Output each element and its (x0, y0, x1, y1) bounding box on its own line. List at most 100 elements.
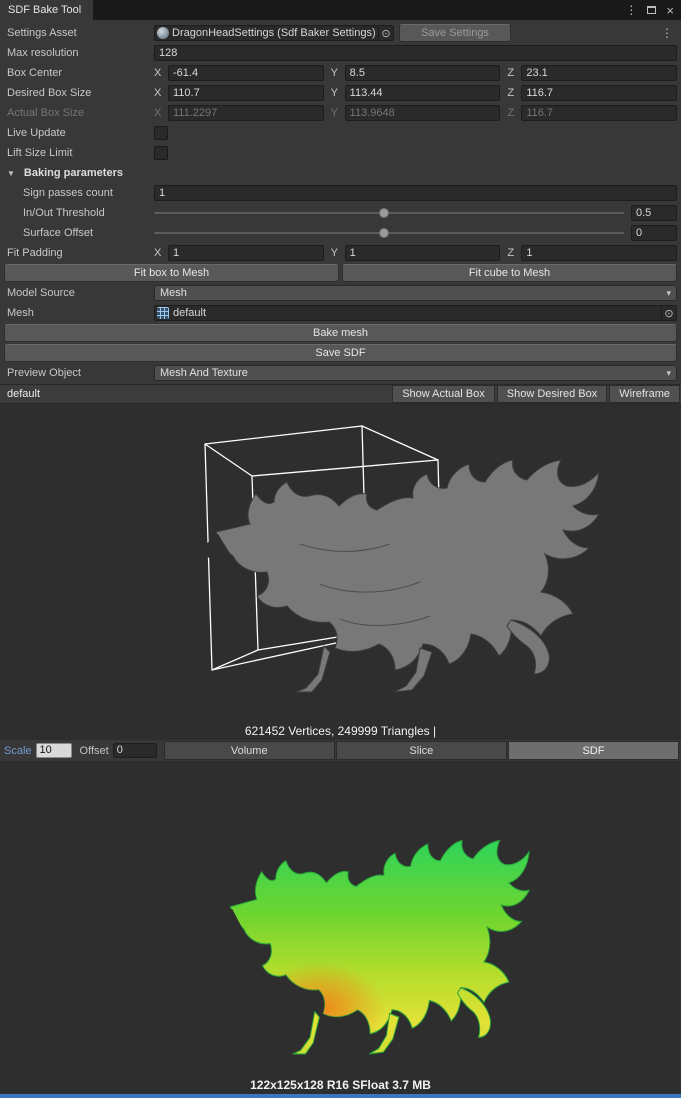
max-resolution-field[interactable]: 128 (154, 45, 677, 61)
window-tab[interactable]: SDF Bake Tool (0, 0, 93, 20)
sdf-view-tabs: Volume Slice SDF (163, 741, 679, 760)
scale-input[interactable]: 10 (36, 743, 72, 758)
foldout-arrow-icon[interactable]: ▼ (7, 169, 15, 178)
fit-padding-label: Fit Padding (4, 247, 154, 259)
sdf-controls-bar: Scale 10 Offset 0 Volume Slice SDF (0, 740, 681, 761)
save-settings-button[interactable]: Save Settings (399, 24, 511, 42)
axis-x-label: X (154, 107, 163, 119)
axis-z-label: Z (507, 247, 516, 259)
max-resolution-label: Max resolution (4, 47, 154, 59)
dock-highlight (0, 1094, 681, 1098)
preview-object-value: Mesh And Texture (160, 367, 248, 379)
tab-sdf[interactable]: SDF (508, 741, 679, 760)
sign-passes-count-row: Sign passes count 1 (4, 184, 677, 202)
desired-box-size-y-field[interactable]: 113.44 (345, 85, 501, 101)
fit-padding-x-field[interactable]: 1 (168, 245, 324, 261)
window-title: SDF Bake Tool (8, 4, 81, 16)
actual-box-size-row: Actual Box Size X 111.2297 Y 113.9648 Z … (4, 104, 677, 122)
settings-asset-icon (157, 27, 169, 39)
tab-volume[interactable]: Volume (164, 741, 335, 760)
mesh-icon (157, 307, 169, 319)
fit-padding-z-field[interactable]: 1 (521, 245, 677, 261)
in-out-threshold-label: In/Out Threshold (4, 207, 154, 219)
settings-asset-label: Settings Asset (4, 27, 154, 39)
dragon-sdf (212, 841, 529, 1054)
desired-box-size-x-field[interactable]: 110.7 (168, 85, 324, 101)
surface-offset-field[interactable]: 0 (631, 225, 677, 241)
baking-parameters-label[interactable]: Baking parameters (21, 167, 677, 179)
preview-object-dropdown[interactable]: Mesh And Texture ▾ (154, 365, 677, 381)
model-source-value: Mesh (160, 287, 187, 299)
slider-thumb[interactable] (379, 228, 389, 238)
save-sdf-row: Save SDF (4, 344, 677, 362)
sdf-stats-text: 122x125x128 R16 SFloat 3.7 MB (250, 1078, 431, 1092)
object-picker-icon[interactable]: ⊙ (661, 306, 676, 320)
inspector-panel: Settings Asset DragonHeadSettings (Sdf B… (0, 20, 681, 382)
fit-padding-y-field[interactable]: 1 (345, 245, 501, 261)
slider-thumb[interactable] (379, 208, 389, 218)
actual-box-size-z-field: 116.7 (521, 105, 677, 121)
axis-y-label: Y (331, 87, 340, 99)
bake-mesh-button[interactable]: Bake mesh (4, 324, 677, 342)
surface-offset-label: Surface Offset (4, 227, 154, 239)
desired-box-size-label: Desired Box Size (4, 87, 154, 99)
mesh-value: default (173, 307, 661, 319)
surface-offset-row: Surface Offset 0 (4, 224, 677, 242)
fit-cube-to-mesh-button[interactable]: Fit cube to Mesh (342, 264, 677, 282)
in-out-threshold-slider[interactable] (154, 205, 624, 221)
box-center-z-field[interactable]: 23.1 (521, 65, 677, 81)
show-desired-box-button[interactable]: Show Desired Box (497, 385, 608, 403)
box-center-x-field[interactable]: -61.4 (168, 65, 324, 81)
surface-offset-slider[interactable] (154, 225, 624, 241)
sdf-preview-viewport[interactable] (0, 761, 681, 1076)
baking-parameters-row: ▼ Baking parameters (4, 164, 677, 182)
box-center-label: Box Center (4, 67, 154, 79)
tab-slice[interactable]: Slice (336, 741, 507, 760)
preview-object-name: default (1, 388, 46, 400)
maximize-icon[interactable] (647, 6, 656, 14)
axis-x-label: X (154, 87, 163, 99)
offset-input[interactable]: 0 (113, 743, 157, 758)
window-menu-icon[interactable]: ⋮ (625, 4, 637, 16)
window-controls: ⋮ × (625, 0, 681, 20)
desired-box-size-z-field[interactable]: 116.7 (521, 85, 677, 101)
actual-box-size-y-field: 113.9648 (345, 105, 501, 121)
axis-y-label: Y (331, 247, 340, 259)
in-out-threshold-field[interactable]: 0.5 (631, 205, 677, 221)
mesh-row: Mesh default ⊙ (4, 304, 677, 322)
box-center-y-field[interactable]: 8.5 (345, 65, 501, 81)
actual-box-size-x-field: 111.2297 (168, 105, 324, 121)
model-source-dropdown[interactable]: Mesh ▾ (154, 285, 677, 301)
mesh-preview-canvas[interactable] (0, 404, 681, 721)
pane-menu-icon[interactable]: ⋮ (661, 26, 677, 40)
axis-z-label: Z (507, 87, 516, 99)
fit-padding-row: Fit Padding X 1 Y 1 Z 1 (4, 244, 677, 262)
lift-size-limit-label: Lift Size Limit (4, 147, 154, 159)
axis-x-label: X (154, 247, 163, 259)
sdf-preview-canvas[interactable] (0, 761, 681, 1076)
settings-asset-field[interactable]: DragonHeadSettings (Sdf Baker Settings) … (154, 25, 394, 41)
fit-buttons-row: Fit box to Mesh Fit cube to Mesh (4, 264, 677, 282)
mesh-stats-band: 621452 Vertices, 249999 Triangles | (0, 721, 681, 740)
preview-object-label: Preview Object (4, 367, 154, 379)
live-update-checkbox[interactable] (154, 126, 168, 140)
sign-passes-count-field[interactable]: 1 (154, 185, 677, 201)
mesh-stats-text: 621452 Vertices, 249999 Triangles | (245, 724, 436, 738)
axis-y-label: Y (331, 67, 340, 79)
fit-box-to-mesh-button[interactable]: Fit box to Mesh (4, 264, 339, 282)
mesh-preview-viewport[interactable] (0, 404, 681, 721)
wireframe-button[interactable]: Wireframe (609, 385, 680, 403)
preview-object-row: Preview Object Mesh And Texture ▾ (4, 364, 677, 382)
mesh-preview-toolbar: default Show Actual Box Show Desired Box… (0, 384, 681, 404)
show-actual-box-button[interactable]: Show Actual Box (392, 385, 495, 403)
lift-size-limit-checkbox[interactable] (154, 146, 168, 160)
axis-x-label: X (154, 67, 163, 79)
close-icon[interactable]: × (666, 4, 674, 17)
scale-label: Scale (4, 745, 32, 757)
save-sdf-button[interactable]: Save SDF (4, 344, 677, 362)
axis-y-label: Y (331, 107, 340, 119)
mesh-object-field[interactable]: default ⊙ (154, 305, 677, 321)
desired-box-size-row: Desired Box Size X 110.7 Y 113.44 Z 116.… (4, 84, 677, 102)
lift-size-limit-row: Lift Size Limit (4, 144, 677, 162)
object-picker-icon[interactable]: ⊙ (378, 26, 393, 40)
